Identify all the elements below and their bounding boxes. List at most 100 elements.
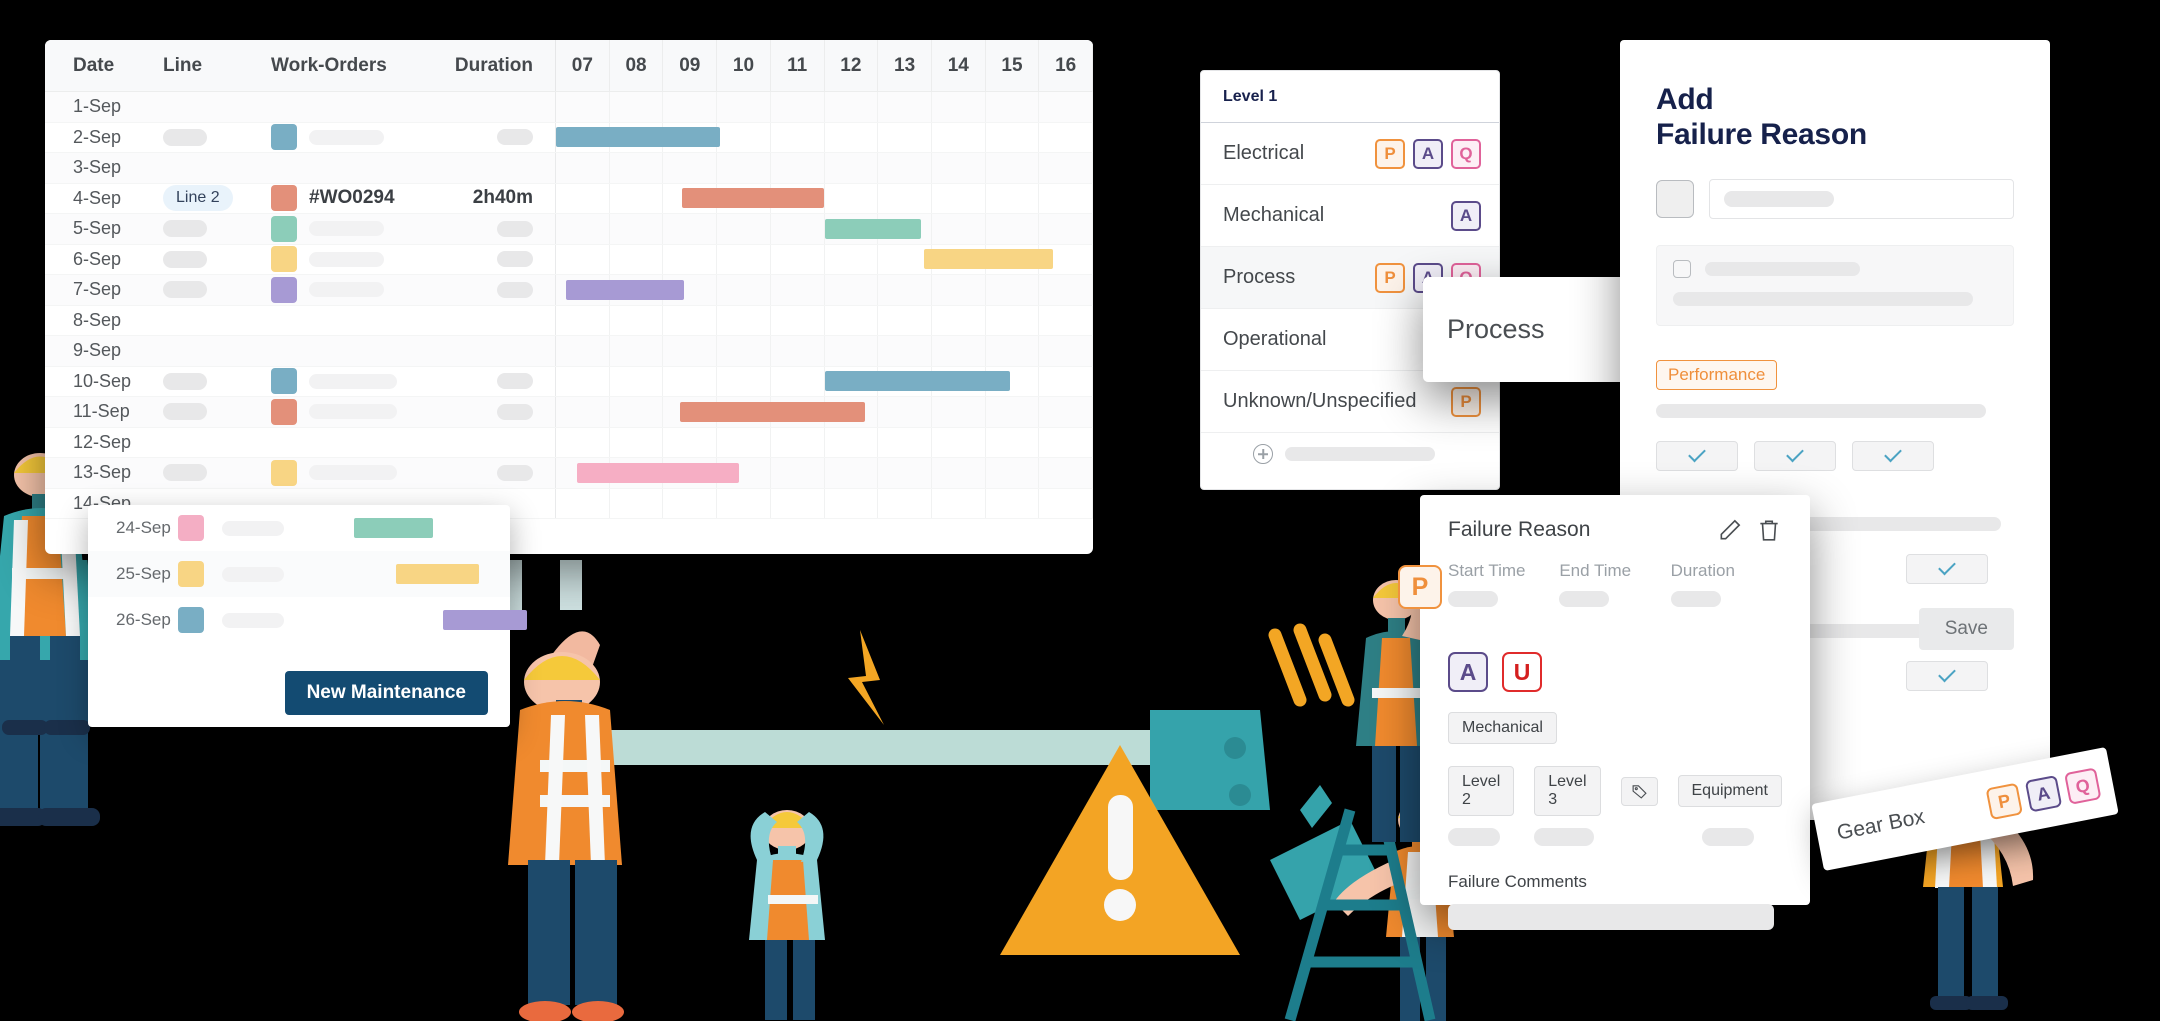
failure-reason-level-values <box>1448 828 1782 846</box>
check-toggle-3[interactable] <box>1852 440 1934 471</box>
gantt-row-line <box>163 92 271 122</box>
gantt-bar[interactable] <box>679 401 865 422</box>
gantt-row[interactable]: 13-Sep <box>45 458 1093 489</box>
trash-icon[interactable] <box>1756 517 1782 543</box>
badge-q[interactable]: Q <box>1451 138 1481 169</box>
level1-add-row[interactable] <box>1201 433 1499 475</box>
equipment-value <box>1702 828 1754 846</box>
level-2-button[interactable]: Level 2 <box>1448 766 1515 816</box>
check-toggle-1[interactable] <box>1656 440 1738 471</box>
overlay-gantt-bar[interactable] <box>354 518 434 538</box>
badge-a[interactable]: A <box>2024 774 2063 813</box>
schedule-overlay-row[interactable]: 26-Sep <box>88 597 527 643</box>
schedule-overlay-row[interactable]: 24-Sep <box>88 505 510 551</box>
work-order-color-swatch <box>271 459 297 486</box>
plus-circle-icon[interactable] <box>1253 444 1273 464</box>
line-chip[interactable]: Line 2 <box>163 185 233 212</box>
gantt-row[interactable]: 4-Sep Line 2 #WO0294 2h40m <box>45 183 1093 214</box>
overlay-gantt-bar[interactable] <box>443 610 527 630</box>
gantt-row[interactable]: 5-Sep <box>45 214 1093 245</box>
gantt-row-date: 13-Sep <box>73 462 132 483</box>
tag-icon <box>1632 784 1647 799</box>
badge-p[interactable]: P <box>1398 565 1442 609</box>
new-maintenance-button[interactable]: New Maintenance <box>284 671 488 715</box>
failure-reason-list-item[interactable] <box>1656 244 2014 326</box>
gantt-bar[interactable] <box>565 279 684 300</box>
work-order-placeholder <box>309 282 384 298</box>
gantt-row-duration <box>446 336 556 366</box>
gantt-row[interactable]: 2-Sep <box>45 122 1093 153</box>
gantt-day-grid <box>556 305 1093 335</box>
performance-tag[interactable]: Performance <box>1656 359 1778 390</box>
schedule-overlay-card: 24-Sep 25-Sep 26-Sep New Maintenance <box>88 505 527 727</box>
gantt-row-work-order <box>271 367 446 397</box>
badge-u[interactable]: U <box>1502 652 1542 692</box>
gantt-bar[interactable] <box>577 462 739 483</box>
overlay-gantt-bar[interactable] <box>395 564 479 584</box>
level1-row-mechanical[interactable]: Mechanical A <box>1201 185 1499 247</box>
check-toggle-4[interactable] <box>1906 553 1988 584</box>
gantt-bar[interactable] <box>556 127 720 148</box>
save-button[interactable]: Save <box>1918 608 2014 650</box>
gantt-row[interactable]: 10-Sep <box>45 366 1093 397</box>
badge-p[interactable]: P <box>1375 262 1405 293</box>
gear-box-label: Gear Box <box>1835 805 1927 845</box>
check-toggle-2[interactable] <box>1754 440 1836 471</box>
gantt-day-grid <box>556 183 1093 213</box>
work-order-placeholder <box>309 221 384 237</box>
gantt-header-row: Date Line Work-Orders Duration 07 08 09 10 1… <box>45 40 1093 92</box>
gantt-row-date: 12-Sep <box>73 431 132 452</box>
category-chip-mechanical[interactable]: Mechanical <box>1448 712 1557 744</box>
pencil-icon[interactable] <box>1717 517 1743 543</box>
gantt-row-line <box>163 245 271 275</box>
level-3-button[interactable]: Level 3 <box>1534 766 1601 816</box>
gantt-row[interactable]: 6-Sep <box>45 244 1093 275</box>
badge-p[interactable]: P <box>1375 138 1405 169</box>
badge-q[interactable]: Q <box>2064 767 2102 805</box>
color-swatch-picker[interactable] <box>1656 179 1694 218</box>
gantt-row-date: 1-Sep <box>73 96 122 117</box>
schedule-overlay-row[interactable]: 25-Sep <box>88 551 510 597</box>
check-toggle-5[interactable] <box>1906 660 1988 691</box>
schedule-overlay-rows: 24-Sep 25-Sep 26-Sep <box>88 505 527 643</box>
title-line-2: Failure Reason <box>1656 118 1867 152</box>
gantt-row[interactable]: 9-Sep <box>45 336 1093 367</box>
failure-reason-level-buttons: Level 2 Level 3 Equipment <box>1448 766 1782 816</box>
process-popover-label: Process <box>1447 314 1545 344</box>
gantt-bar[interactable] <box>824 218 922 239</box>
badge-a[interactable]: A <box>1413 138 1443 169</box>
equipment-button[interactable]: Equipment <box>1677 775 1782 807</box>
gantt-row[interactable]: 11-Sep <box>45 397 1093 428</box>
gantt-row[interactable]: 7-Sep <box>45 275 1093 306</box>
gantt-row-line <box>163 458 271 488</box>
failure-reason-name-input[interactable] <box>1709 178 2014 219</box>
badge-p[interactable]: P <box>1451 386 1481 417</box>
badge-a[interactable]: A <box>1448 652 1488 692</box>
badge-a[interactable]: A <box>1451 200 1481 231</box>
gantt-row-line <box>163 214 271 244</box>
duration-placeholder <box>497 281 533 298</box>
gantt-row[interactable]: 8-Sep <box>45 305 1093 336</box>
work-order-color-swatch <box>271 215 297 242</box>
badge-p[interactable]: P <box>1985 782 2024 821</box>
start-time-value <box>1448 591 1498 607</box>
tag-button[interactable] <box>1620 776 1658 806</box>
check-icon <box>1938 664 1956 683</box>
gantt-day-headers: 07 08 09 10 11 12 13 14 15 16 <box>556 40 1093 91</box>
gantt-bar[interactable] <box>682 188 825 209</box>
gantt-day-grid <box>556 427 1093 457</box>
gantt-day-grid <box>556 153 1093 183</box>
checkbox-icon[interactable] <box>1673 259 1691 278</box>
gantt-row[interactable]: 3-Sep <box>45 153 1093 184</box>
work-order-color-swatch <box>271 246 297 273</box>
gantt-row[interactable]: 12-Sep <box>45 427 1093 458</box>
gantt-row[interactable]: 1-Sep <box>45 92 1093 123</box>
gantt-bar[interactable] <box>923 249 1053 270</box>
failure-comments-input[interactable] <box>1448 904 1774 930</box>
day-header-15: 15 <box>986 40 1040 91</box>
gantt-bar[interactable] <box>824 371 1010 392</box>
gantt-row-date: 8-Sep <box>73 309 122 330</box>
floating-p-badge[interactable]: P <box>1398 565 1442 609</box>
level1-row-electrical[interactable]: Electrical P A Q <box>1201 123 1499 185</box>
day-header-11: 11 <box>771 40 825 91</box>
